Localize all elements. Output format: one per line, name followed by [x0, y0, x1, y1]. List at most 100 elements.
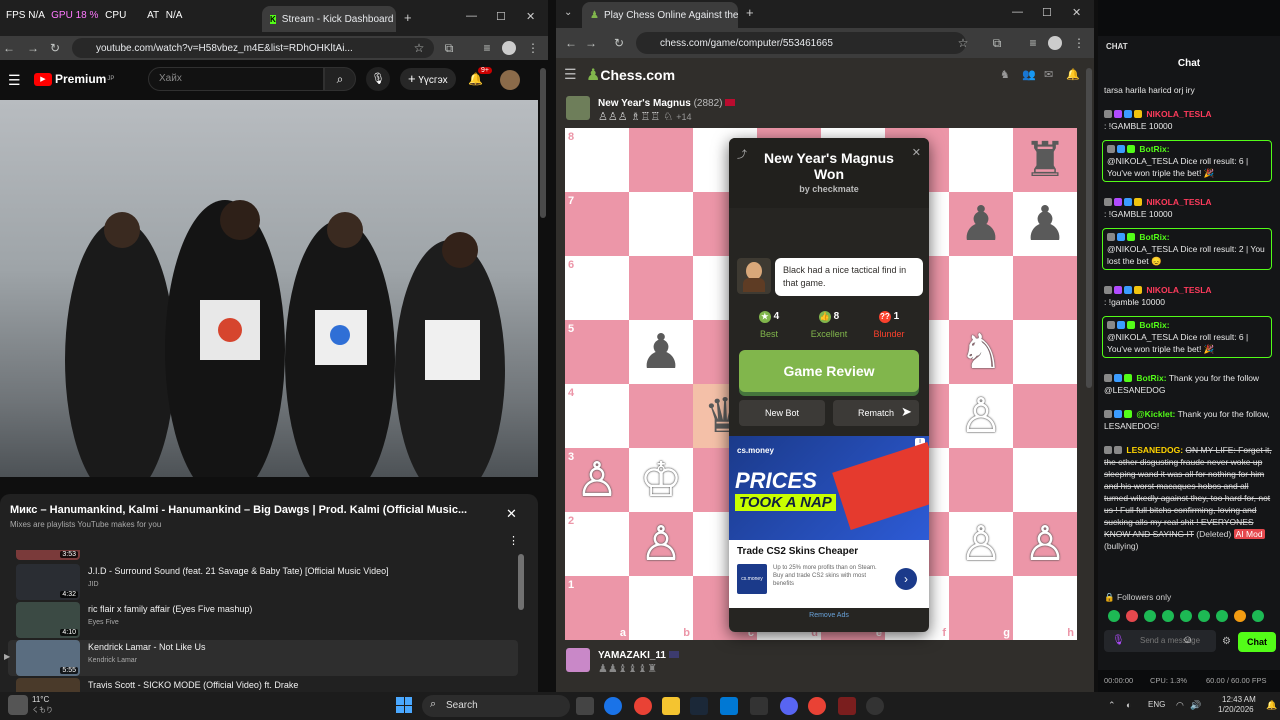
board-square[interactable]: 7: [565, 192, 629, 256]
clock-date[interactable]: 1/20/2026: [1218, 705, 1254, 714]
profile-avatar[interactable]: [1048, 36, 1062, 50]
board-square[interactable]: ♞: [949, 320, 1013, 384]
store-icon[interactable]: [720, 697, 738, 715]
forward-icon[interactable]: →: [26, 41, 40, 55]
playlist-item[interactable]: 4:32 J.I.D - Surround Sound (feat. 21 Sa…: [8, 564, 518, 600]
share-icon[interactable]: ⤴: [737, 146, 747, 161]
black-piece-icon[interactable]: ♟: [949, 192, 1013, 256]
tray-app-icon[interactable]: ◐: [1126, 700, 1131, 710]
profile-avatar[interactable]: [502, 41, 516, 55]
board-square[interactable]: ♜: [1013, 128, 1077, 192]
search-input[interactable]: Хайх: [148, 67, 324, 91]
white-piece-icon[interactable]: ♙: [629, 512, 693, 576]
playlist-item[interactable]: 3:53: [8, 550, 518, 560]
minimize-icon[interactable]: —: [466, 10, 477, 22]
ad-arrow-button[interactable]: ›: [895, 568, 917, 590]
browser-menu-icon[interactable]: ⋮: [1072, 36, 1086, 50]
volume-icon[interactable]: 🔊: [1190, 700, 1201, 711]
top-player-info[interactable]: New Year's Magnus (2882): [598, 98, 736, 109]
steam-icon[interactable]: [690, 697, 708, 715]
playlist-item-current[interactable]: ▶ 5:55 Kendrick Lamar - Not Like Us Kend…: [4, 640, 518, 676]
maximize-icon[interactable]: ☐: [496, 10, 506, 23]
playlist-scrollbar[interactable]: [518, 554, 524, 610]
puzzle-icon[interactable]: ♞: [1000, 68, 1010, 81]
back-icon[interactable]: ←: [2, 41, 16, 55]
reload-icon[interactable]: ↻: [612, 36, 626, 50]
close-window-icon[interactable]: ✕: [526, 10, 535, 23]
black-piece-icon[interactable]: ♟: [629, 320, 693, 384]
board-square[interactable]: [949, 256, 1013, 320]
tab-chess-com[interactable]: ♟ Play Chess Online Against the C ✕: [582, 2, 738, 28]
clock-time[interactable]: 12:43 AM: [1222, 695, 1256, 704]
settings-gear-icon[interactable]: ⚙: [1222, 636, 1231, 647]
chat-username[interactable]: BotRix:: [1139, 232, 1169, 242]
app-icon[interactable]: [838, 697, 856, 715]
notifications-bell-icon[interactable]: 🔔: [468, 72, 483, 86]
weather-icon[interactable]: [8, 695, 28, 715]
weather-temp[interactable]: 11°C: [32, 695, 49, 704]
playlist-item[interactable]: Travis Scott - SICKO MODE (Official Vide…: [8, 678, 518, 692]
edge-browser-icon[interactable]: [604, 697, 622, 715]
emote-icon[interactable]: [1198, 610, 1210, 622]
calculator-icon[interactable]: [750, 697, 768, 715]
url-field[interactable]: youtube.com/watch?v=H58vbez_m4E&list=RDh…: [72, 38, 434, 58]
send-chat-button[interactable]: Chat: [1238, 632, 1276, 652]
chess-page-scrollbar[interactable]: [1086, 68, 1092, 388]
tab-kick-dashboard[interactable]: K Stream - Kick Dashboard ✕: [262, 6, 396, 32]
forward-icon[interactable]: →: [584, 36, 598, 50]
emote-icon[interactable]: [1126, 610, 1138, 622]
emote-icon[interactable]: [1162, 610, 1174, 622]
board-square[interactable]: b: [629, 576, 693, 640]
board-square[interactable]: 5: [565, 320, 629, 384]
chat-username[interactable]: BotRix:: [1136, 373, 1166, 383]
file-explorer-icon[interactable]: [662, 697, 680, 715]
chat-username[interactable]: BotRix:: [1139, 144, 1169, 154]
playlist-item[interactable]: 4:10 ric flair x family affair (Eyes Fiv…: [8, 602, 518, 638]
black-piece-icon[interactable]: ♜: [1013, 128, 1077, 192]
close-playlist-icon[interactable]: ✕: [506, 506, 517, 522]
new-bot-button[interactable]: New Bot: [739, 400, 825, 426]
board-square[interactable]: [629, 256, 693, 320]
chat-username[interactable]: NIKOLA_TESLA: [1146, 109, 1211, 119]
obs-icon[interactable]: [866, 697, 884, 715]
maximize-icon[interactable]: ☐: [1042, 6, 1052, 19]
board-square[interactable]: 8: [565, 128, 629, 192]
new-tab-icon[interactable]: +: [404, 10, 412, 25]
chrome-icon-2[interactable]: [808, 697, 826, 715]
board-square[interactable]: [629, 192, 693, 256]
reload-icon[interactable]: ↻: [48, 41, 62, 55]
playlist-more-icon[interactable]: ⋮: [508, 534, 519, 547]
white-piece-icon[interactable]: ♙: [565, 448, 629, 512]
sidebar-icon[interactable]: ≡: [1026, 36, 1040, 50]
emote-icon[interactable]: [1252, 610, 1264, 622]
url-field[interactable]: chess.com/game/computer/553461665: [636, 32, 966, 54]
board-square[interactable]: [1013, 384, 1077, 448]
search-button[interactable]: ⌕: [324, 67, 356, 91]
close-window-icon[interactable]: ✕: [1072, 6, 1081, 19]
white-piece-icon[interactable]: ♙: [1013, 512, 1077, 576]
taskbar-search[interactable]: ⌕ Search: [422, 695, 570, 717]
white-piece-icon[interactable]: ♔: [629, 448, 693, 512]
sidebar-icon[interactable]: ≡: [480, 41, 494, 55]
language-indicator[interactable]: ENG: [1148, 700, 1165, 709]
white-piece-icon[interactable]: ♙: [949, 384, 1013, 448]
close-modal-icon[interactable]: ✕: [912, 146, 921, 159]
hamburger-menu-icon[interactable]: ☰: [564, 66, 577, 83]
board-square[interactable]: g: [949, 576, 1013, 640]
board-square[interactable]: [949, 448, 1013, 512]
new-tab-icon[interactable]: +: [746, 5, 754, 20]
account-avatar[interactable]: [500, 70, 520, 90]
bottom-player-avatar[interactable]: [566, 648, 590, 672]
white-piece-icon[interactable]: ♙: [949, 512, 1013, 576]
chess-com-logo[interactable]: ♟ Chess.com: [586, 65, 675, 85]
board-square[interactable]: [949, 128, 1013, 192]
notifications-icon[interactable]: 🔔: [1066, 68, 1080, 81]
game-review-button[interactable]: Game Review: [739, 350, 919, 392]
emote-icon[interactable]: [1216, 610, 1228, 622]
chat-username[interactable]: BotRix:: [1139, 320, 1169, 330]
board-square[interactable]: ♙: [949, 384, 1013, 448]
chat-username[interactable]: @Kicklet:: [1136, 409, 1175, 419]
chat-username[interactable]: NIKOLA_TESLA: [1146, 285, 1211, 295]
emote-icon[interactable]: [1180, 610, 1192, 622]
youtube-logo[interactable]: ▶ Premium JP: [34, 72, 114, 86]
